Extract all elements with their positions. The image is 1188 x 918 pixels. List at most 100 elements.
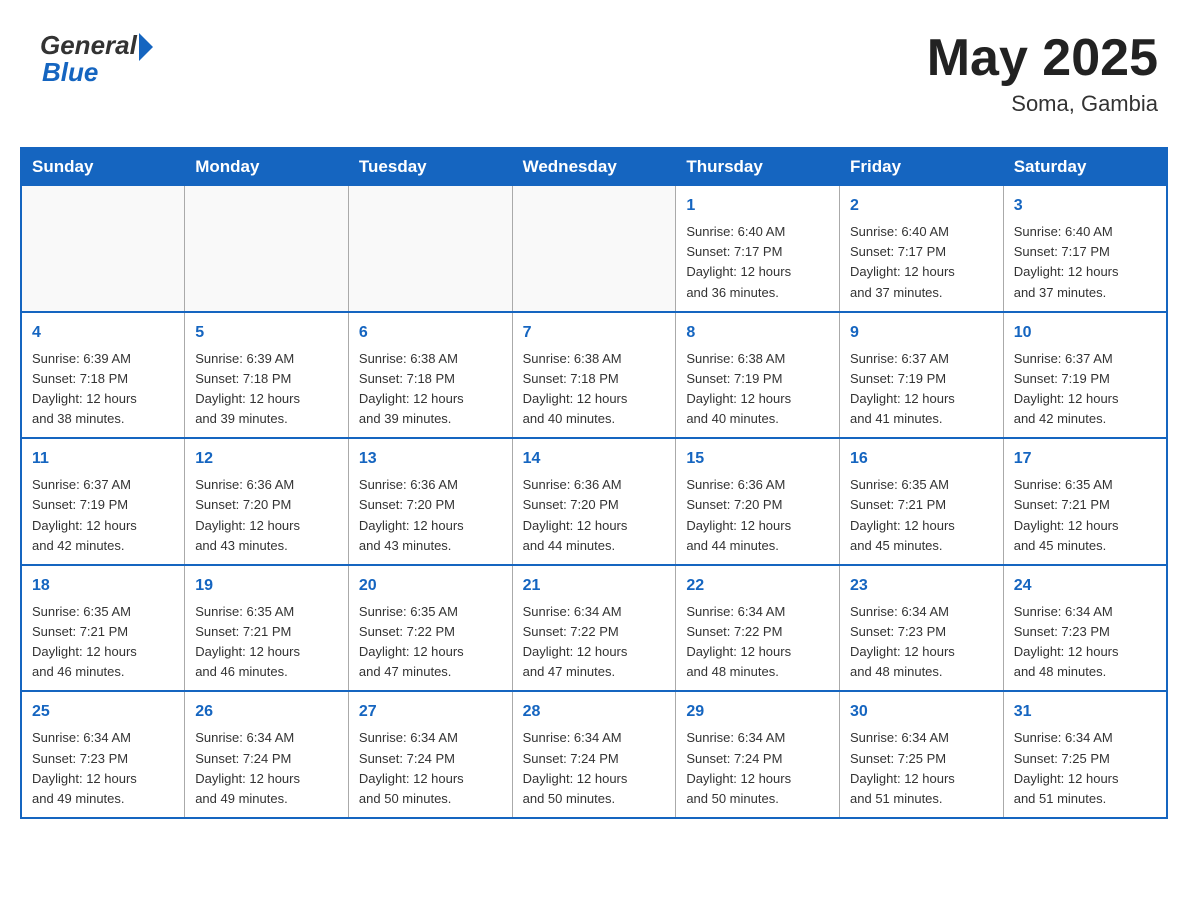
day-number: 3 [1014,194,1156,218]
calendar-cell: 9Sunrise: 6:37 AMSunset: 7:19 PMDaylight… [840,312,1004,439]
day-number: 15 [686,447,829,471]
calendar-cell: 1 Sunrise: 6:40 AMSunset: 7:17 PMDaylight… [676,186,840,312]
day-number: 29 [686,700,829,724]
day-info: Sunrise: 6:39 AMSunset: 7:18 PMDaylight:… [195,349,338,430]
day-info: Sunrise: 6:40 AMSunset: 7:17 PMDaylight:… [850,222,993,303]
day-info: Sunrise: 6:35 AMSunset: 7:22 PMDaylight:… [359,602,502,683]
day-number: 17 [1014,447,1156,471]
calendar-cell: 14Sunrise: 6:36 AMSunset: 7:20 PMDayligh… [512,438,676,565]
day-header-saturday: Saturday [1003,148,1167,186]
day-info: Sunrise: 6:34 AMSunset: 7:25 PMDaylight:… [1014,728,1156,809]
day-number: 11 [32,447,174,471]
day-number: 19 [195,574,338,598]
day-info: Sunrise: 6:34 AMSunset: 7:23 PMDaylight:… [1014,602,1156,683]
day-number: 14 [523,447,666,471]
day-number: 30 [850,700,993,724]
calendar-cell: 21Sunrise: 6:34 AMSunset: 7:22 PMDayligh… [512,565,676,692]
calendar-cell [512,186,676,312]
calendar-cell: 4 Sunrise: 6:39 AMSunset: 7:18 PMDaylight… [21,312,185,439]
day-info: Sunrise: 6:36 AMSunset: 7:20 PMDaylight:… [686,475,829,556]
day-number: 26 [195,700,338,724]
day-number: 23 [850,574,993,598]
day-info: Sunrise: 6:37 AMSunset: 7:19 PMDaylight:… [32,475,174,556]
calendar-cell: 31Sunrise: 6:34 AMSunset: 7:25 PMDayligh… [1003,691,1167,818]
page-header: General Blue May 2025 Soma, Gambia [20,20,1168,127]
day-info: Sunrise: 6:36 AMSunset: 7:20 PMDaylight:… [359,475,502,556]
day-info: Sunrise: 6:35 AMSunset: 7:21 PMDaylight:… [850,475,993,556]
calendar-cell: 28 Sunrise: 6:34 AMSunset: 7:24 PMDayligh… [512,691,676,818]
calendar-cell: 18Sunrise: 6:35 AMSunset: 7:21 PMDayligh… [21,565,185,692]
calendar-cell: 11 Sunrise: 6:37 AMSunset: 7:19 PMDayligh… [21,438,185,565]
calendar-week-row: 1 Sunrise: 6:40 AMSunset: 7:17 PMDaylight… [21,186,1167,312]
day-number: 5 [195,321,338,345]
calendar-header-row: SundayMondayTuesdayWednesdayThursdayFrid… [21,148,1167,186]
day-number: 1 [686,194,829,218]
day-info: Sunrise: 6:37 AMSunset: 7:19 PMDaylight:… [1014,349,1156,430]
day-info: Sunrise: 6:34 AMSunset: 7:24 PMDaylight:… [195,728,338,809]
day-number: 7 [523,321,666,345]
calendar-cell: 15 Sunrise: 6:36 AMSunset: 7:20 PMDayligh… [676,438,840,565]
day-info: Sunrise: 6:34 AMSunset: 7:22 PMDaylight:… [686,602,829,683]
calendar-cell: 5 Sunrise: 6:39 AMSunset: 7:18 PMDaylight… [185,312,349,439]
day-info: Sunrise: 6:38 AMSunset: 7:19 PMDaylight:… [686,349,829,430]
day-info: Sunrise: 6:38 AMSunset: 7:18 PMDaylight:… [523,349,666,430]
day-info: Sunrise: 6:34 AMSunset: 7:25 PMDaylight:… [850,728,993,809]
month-title: May 2025 [927,30,1158,87]
day-number: 8 [686,321,829,345]
calendar-cell: 16 Sunrise: 6:35 AMSunset: 7:21 PMDayligh… [840,438,1004,565]
day-info: Sunrise: 6:34 AMSunset: 7:24 PMDaylight:… [686,728,829,809]
day-info: Sunrise: 6:35 AMSunset: 7:21 PMDaylight:… [1014,475,1156,556]
logo-blue-text: Blue [42,57,98,88]
day-info: Sunrise: 6:40 AMSunset: 7:17 PMDaylight:… [686,222,829,303]
day-number: 6 [359,321,502,345]
calendar-cell: 25Sunrise: 6:34 AMSunset: 7:23 PMDayligh… [21,691,185,818]
day-header-thursday: Thursday [676,148,840,186]
calendar-week-row: 11 Sunrise: 6:37 AMSunset: 7:19 PMDayligh… [21,438,1167,565]
calendar-cell: 8 Sunrise: 6:38 AMSunset: 7:19 PMDaylight… [676,312,840,439]
calendar-cell: 6 Sunrise: 6:38 AMSunset: 7:18 PMDaylight… [348,312,512,439]
logo: General Blue [40,30,153,88]
location-text: Soma, Gambia [927,91,1158,117]
day-number: 2 [850,194,993,218]
calendar-week-row: 4 Sunrise: 6:39 AMSunset: 7:18 PMDaylight… [21,312,1167,439]
calendar-cell: 13 Sunrise: 6:36 AMSunset: 7:20 PMDayligh… [348,438,512,565]
day-number: 27 [359,700,502,724]
day-header-monday: Monday [185,148,349,186]
calendar-week-row: 18Sunrise: 6:35 AMSunset: 7:21 PMDayligh… [21,565,1167,692]
calendar-cell: 2 Sunrise: 6:40 AMSunset: 7:17 PMDaylight… [840,186,1004,312]
calendar-cell: 3Sunrise: 6:40 AMSunset: 7:17 PMDaylight… [1003,186,1167,312]
day-info: Sunrise: 6:36 AMSunset: 7:20 PMDaylight:… [195,475,338,556]
day-number: 9 [850,321,993,345]
calendar-cell: 12 Sunrise: 6:36 AMSunset: 7:20 PMDayligh… [185,438,349,565]
day-info: Sunrise: 6:35 AMSunset: 7:21 PMDaylight:… [195,602,338,683]
calendar-cell: 19 Sunrise: 6:35 AMSunset: 7:21 PMDayligh… [185,565,349,692]
day-number: 21 [523,574,666,598]
calendar-cell [21,186,185,312]
calendar-week-row: 25Sunrise: 6:34 AMSunset: 7:23 PMDayligh… [21,691,1167,818]
day-number: 4 [32,321,174,345]
calendar-cell: 24Sunrise: 6:34 AMSunset: 7:23 PMDayligh… [1003,565,1167,692]
day-info: Sunrise: 6:34 AMSunset: 7:24 PMDaylight:… [359,728,502,809]
calendar-cell: 29 Sunrise: 6:34 AMSunset: 7:24 PMDayligh… [676,691,840,818]
day-number: 13 [359,447,502,471]
day-header-tuesday: Tuesday [348,148,512,186]
day-info: Sunrise: 6:39 AMSunset: 7:18 PMDaylight:… [32,349,174,430]
day-number: 16 [850,447,993,471]
day-header-sunday: Sunday [21,148,185,186]
day-number: 22 [686,574,829,598]
calendar-cell: 23Sunrise: 6:34 AMSunset: 7:23 PMDayligh… [840,565,1004,692]
calendar-cell: 30 Sunrise: 6:34 AMSunset: 7:25 PMDayligh… [840,691,1004,818]
day-info: Sunrise: 6:34 AMSunset: 7:24 PMDaylight:… [523,728,666,809]
calendar-table: SundayMondayTuesdayWednesdayThursdayFrid… [20,147,1168,819]
day-header-friday: Friday [840,148,1004,186]
day-info: Sunrise: 6:38 AMSunset: 7:18 PMDaylight:… [359,349,502,430]
calendar-cell: 27 Sunrise: 6:34 AMSunset: 7:24 PMDayligh… [348,691,512,818]
calendar-cell: 26 Sunrise: 6:34 AMSunset: 7:24 PMDayligh… [185,691,349,818]
calendar-cell [185,186,349,312]
logo-arrow-icon [139,33,153,61]
day-number: 12 [195,447,338,471]
day-number: 20 [359,574,502,598]
calendar-cell: 20 Sunrise: 6:35 AMSunset: 7:22 PMDayligh… [348,565,512,692]
day-number: 10 [1014,321,1156,345]
day-number: 28 [523,700,666,724]
